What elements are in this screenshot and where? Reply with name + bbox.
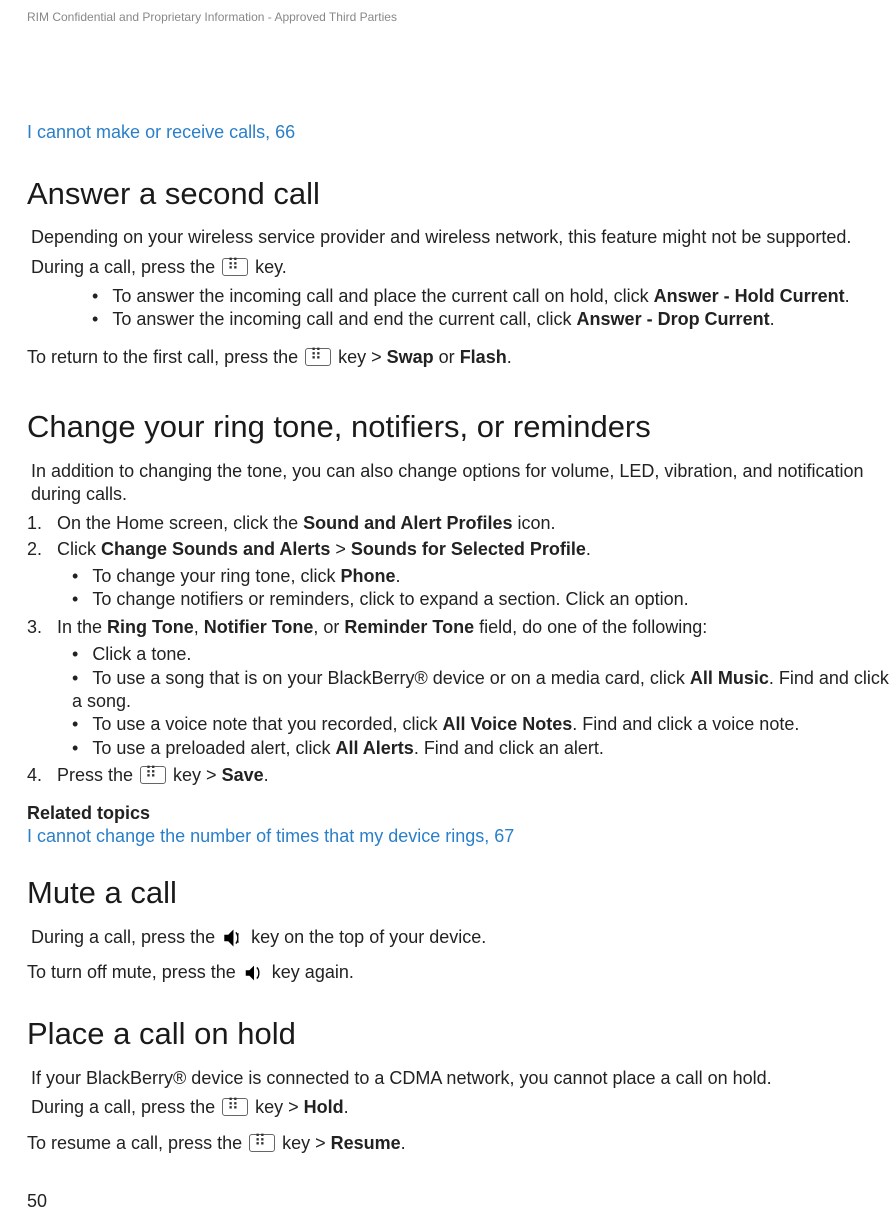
heading-mute-call: Mute a call	[27, 873, 896, 913]
confidential-header: RIM Confidential and Proprietary Informa…	[27, 10, 896, 26]
paragraph: During a call, press the key > Hold.	[31, 1096, 892, 1119]
bullet-list: To change your ring tone, click Phone. T…	[72, 565, 896, 612]
page-number: 50	[27, 1190, 47, 1213]
paragraph: To turn off mute, press the key again.	[27, 961, 892, 984]
list-item: To use a song that is on your BlackBerry…	[72, 667, 896, 714]
blackberry-key-icon	[305, 348, 331, 366]
ordered-list: 1.On the Home screen, click the Sound an…	[27, 512, 896, 787]
link-device-rings[interactable]: I cannot change the number of times that…	[27, 825, 896, 848]
heading-change-ring-tone: Change your ring tone, notifiers, or rem…	[27, 407, 896, 447]
mute-key-icon	[222, 927, 244, 949]
heading-place-call-hold: Place a call on hold	[27, 1014, 896, 1054]
paragraph: If your BlackBerry® device is connected …	[31, 1067, 892, 1090]
list-item: To use a voice note that you recorded, c…	[72, 713, 896, 736]
blackberry-key-icon	[140, 766, 166, 784]
list-item: 3.In the Ring Tone, Notifier Tone, or Re…	[27, 616, 896, 760]
paragraph: To return to the first call, press the k…	[27, 346, 892, 369]
list-item: To change your ring tone, click Phone.	[72, 565, 896, 588]
link-cannot-make-calls[interactable]: I cannot make or receive calls, 66	[27, 121, 896, 144]
paragraph: During a call, press the key on the top …	[31, 926, 892, 949]
blackberry-key-icon	[249, 1134, 275, 1152]
heading-answer-second-call: Answer a second call	[27, 174, 896, 214]
blackberry-key-icon	[222, 1098, 248, 1116]
list-item: 4.Press the key > Save.	[27, 764, 896, 787]
related-topics-title: Related topics	[27, 802, 896, 825]
paragraph: During a call, press the key.	[31, 256, 892, 279]
list-item: 2.Click Change Sounds and Alerts > Sound…	[27, 538, 896, 612]
list-item: To use a preloaded alert, click All Aler…	[72, 737, 896, 760]
paragraph: To resume a call, press the key > Resume…	[27, 1132, 892, 1155]
blackberry-key-icon	[222, 258, 248, 276]
list-item: To answer the incoming call and end the …	[92, 308, 896, 331]
list-item: Click a tone.	[72, 643, 896, 666]
paragraph: Depending on your wireless service provi…	[31, 226, 892, 249]
bullet-list: Click a tone. To use a song that is on y…	[72, 643, 896, 760]
mute-key-icon	[243, 962, 265, 984]
list-item: To answer the incoming call and place th…	[92, 285, 896, 308]
bullet-list: To answer the incoming call and place th…	[92, 285, 896, 332]
list-item: 1.On the Home screen, click the Sound an…	[27, 512, 896, 535]
list-item: To change notifiers or reminders, click …	[72, 588, 896, 611]
paragraph: In addition to changing the tone, you ca…	[31, 460, 892, 507]
